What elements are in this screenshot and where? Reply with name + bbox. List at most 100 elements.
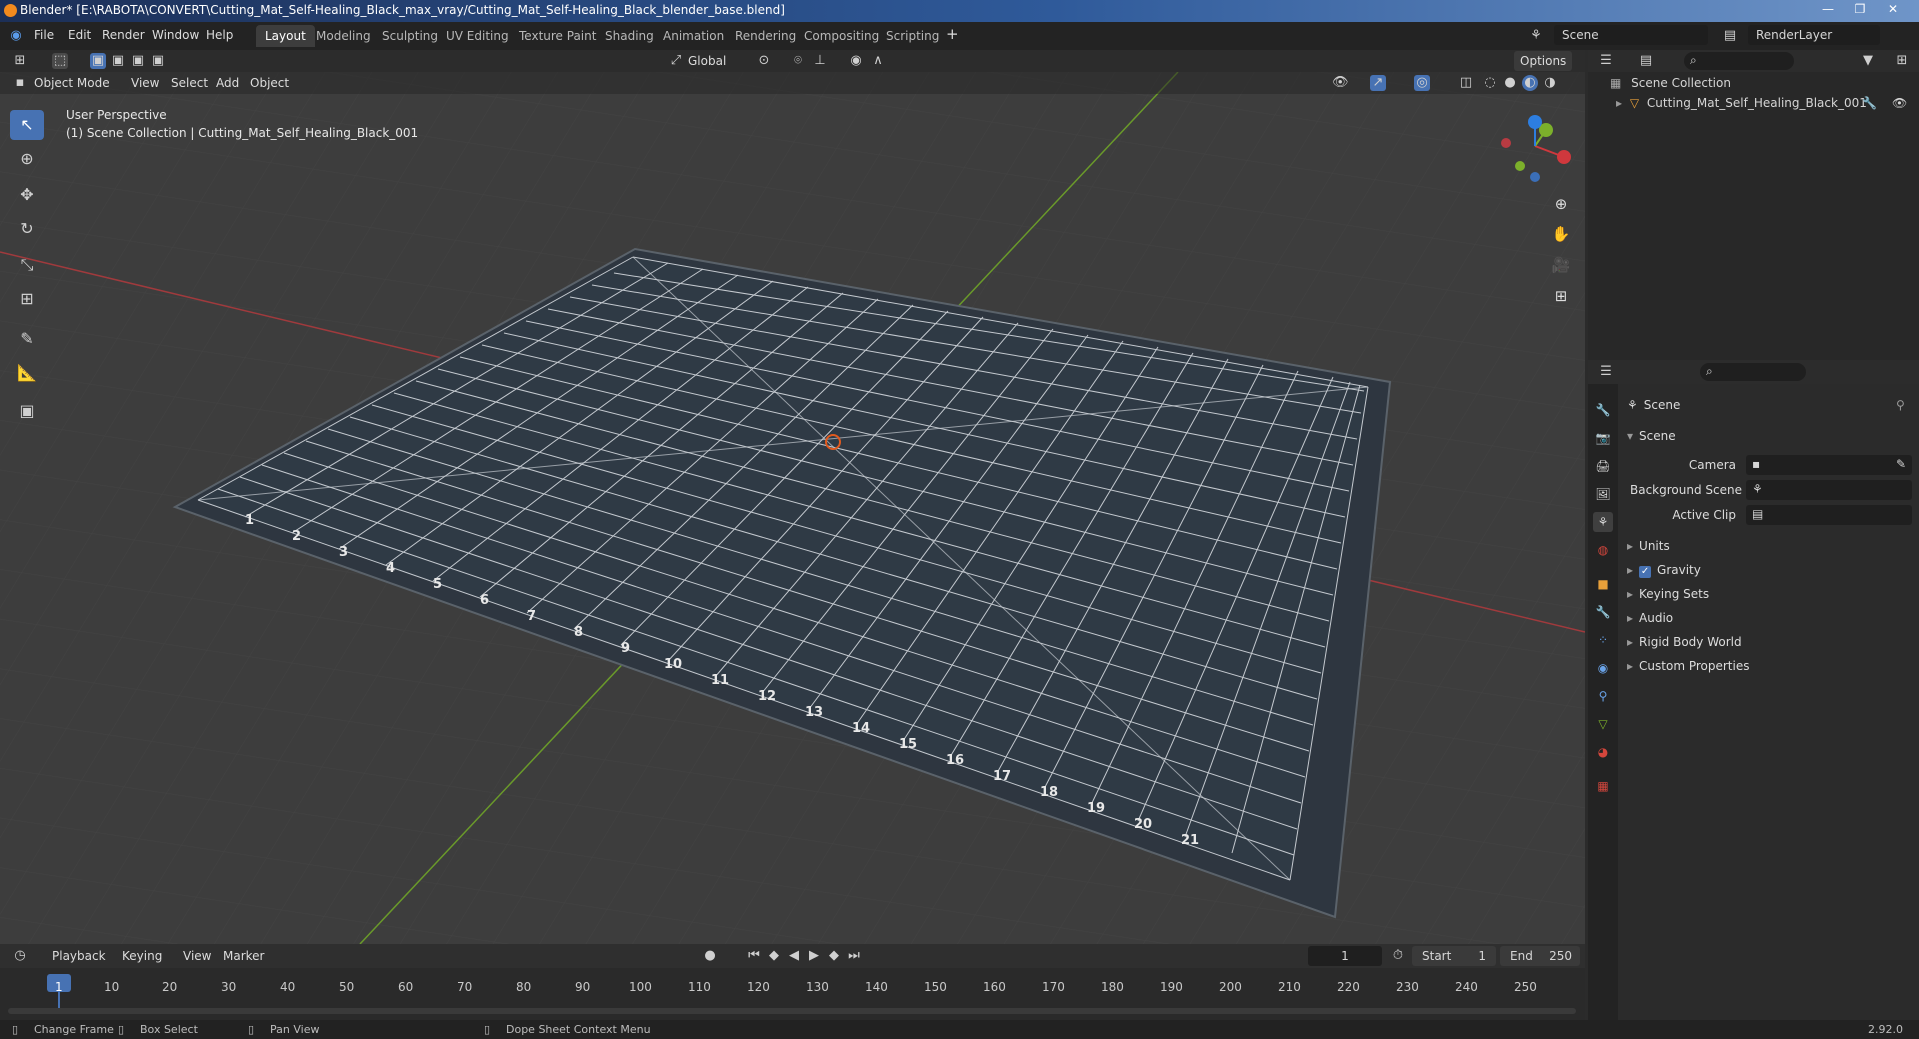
xray-icon[interactable]: ◫ xyxy=(1458,75,1474,91)
add-workspace-icon[interactable]: + xyxy=(946,25,959,43)
scene-collection-row[interactable]: ▦ Scene Collection xyxy=(1610,76,1731,90)
orientation-dropdown[interactable]: Global xyxy=(688,51,726,71)
data-tab-icon[interactable]: ▽ xyxy=(1593,714,1613,734)
physics-tab-icon[interactable]: ◉ xyxy=(1593,658,1613,678)
mode-extend-icon[interactable]: ▣ xyxy=(110,53,126,69)
display-mode-icon[interactable]: ▤ xyxy=(1638,53,1654,69)
eyedropper-icon[interactable]: ✎ xyxy=(1896,457,1906,471)
object-tab-icon[interactable]: ■ xyxy=(1593,574,1613,594)
scene-panel-header[interactable]: ▾ Scene xyxy=(1627,429,1676,443)
material-tab-icon[interactable]: ◕ xyxy=(1593,742,1613,762)
select-tool-icon[interactable]: ↖ xyxy=(10,110,44,140)
constraints-tab-icon[interactable]: ⚲ xyxy=(1593,686,1613,706)
wireframe-shading-icon[interactable]: ◌ xyxy=(1482,75,1498,91)
tab-uv-editing[interactable]: UV Editing xyxy=(437,25,518,47)
transform-tool-icon[interactable]: ⊞ xyxy=(10,284,44,314)
timeline-editor-icon[interactable]: ◷ xyxy=(12,948,28,964)
minimize-icon[interactable]: — xyxy=(1814,0,1842,18)
close-icon[interactable]: ✕ xyxy=(1879,0,1907,18)
outliner-editor-icon[interactable]: ☰ xyxy=(1598,53,1614,69)
object-mode-dropdown[interactable]: Object Mode xyxy=(34,73,110,93)
outliner-item[interactable]: ▸ ▽ Cutting_Mat_Self_Healing_Black_001 🔧… xyxy=(1616,96,1916,110)
cursor-tool-icon[interactable]: ⊕ xyxy=(10,144,44,174)
menu-object[interactable]: Object xyxy=(250,73,289,93)
visibility-icon[interactable]: 👁 xyxy=(1332,75,1349,91)
record-icon[interactable]: ● xyxy=(702,948,718,964)
background-scene-field[interactable]: ⚘ xyxy=(1746,480,1912,500)
select-box-icon[interactable]: ⬚ xyxy=(52,53,68,69)
menu-help[interactable]: Help xyxy=(206,28,233,42)
menu-render[interactable]: Render xyxy=(102,28,145,42)
end-frame-field[interactable]: End 250 xyxy=(1500,946,1580,966)
editor-type-icon[interactable]: ⊞ xyxy=(12,53,28,69)
material-shading-icon[interactable]: ◐ xyxy=(1522,75,1538,91)
new-collection-icon[interactable]: ⊞ xyxy=(1894,53,1910,69)
tab-scripting[interactable]: Scripting xyxy=(877,25,948,47)
prev-keyframe-icon[interactable]: ◆ xyxy=(766,948,782,964)
mode-subtract-icon[interactable]: ▣ xyxy=(130,53,146,69)
maximize-icon[interactable]: ❐ xyxy=(1846,0,1874,18)
audio-section[interactable]: ▸ Audio xyxy=(1627,611,1673,625)
keying-menu[interactable]: Keying xyxy=(122,946,162,966)
gravity-checkbox[interactable]: ✓ xyxy=(1639,566,1652,578)
overlays-icon[interactable]: ◎ xyxy=(1414,75,1430,91)
mode-new-icon[interactable]: ▣ xyxy=(90,53,106,69)
rotate-tool-icon[interactable]: ↻ xyxy=(10,214,44,244)
stopwatch-icon[interactable]: ⏱ xyxy=(1390,948,1406,964)
world-tab-icon[interactable]: ◍ xyxy=(1593,540,1613,560)
pan-hand-icon[interactable]: ✋ xyxy=(1548,221,1574,247)
timeline-scrollbar[interactable] xyxy=(8,1008,1576,1014)
tab-sculpting[interactable]: Sculpting xyxy=(373,25,447,47)
playback-menu[interactable]: Playback xyxy=(52,946,106,966)
tab-layout[interactable]: Layout xyxy=(256,25,315,47)
ortho-toggle-icon[interactable]: ⊞ xyxy=(1548,283,1574,309)
proportional-edit-icon[interactable]: ◉ xyxy=(848,53,864,69)
keying-sets-section[interactable]: ▸ Keying Sets xyxy=(1627,587,1709,601)
menu-window[interactable]: Window xyxy=(152,28,199,42)
menu-file[interactable]: File xyxy=(34,28,54,42)
jump-end-icon[interactable]: ⏭ xyxy=(846,948,862,964)
camera-view-icon[interactable]: 🎥 xyxy=(1548,252,1574,278)
add-cube-tool-icon[interactable]: ▣ xyxy=(10,396,44,426)
mode-intersect-icon[interactable]: ▣ xyxy=(150,53,166,69)
menu-select[interactable]: Select xyxy=(171,73,208,93)
play-icon[interactable]: ▶ xyxy=(806,948,822,964)
current-frame-field[interactable]: 1 xyxy=(1308,946,1382,966)
camera-field[interactable]: ▪ ✎ xyxy=(1746,455,1912,475)
move-tool-icon[interactable]: ✥ xyxy=(10,180,44,210)
snap-icon[interactable]: ⌾ xyxy=(790,53,806,69)
tool-tab-icon[interactable]: 🔧 xyxy=(1593,400,1613,420)
gizmo-toggle-icon[interactable]: ↗ xyxy=(1370,75,1386,91)
tab-modeling[interactable]: Modeling xyxy=(307,25,380,47)
eye-visibility-icon[interactable]: 👁 xyxy=(1892,96,1907,110)
output-tab-icon[interactable]: 🖨 xyxy=(1593,456,1613,476)
expand-arrow-icon[interactable]: ▸ xyxy=(1616,96,1622,110)
units-section[interactable]: ▸ Units xyxy=(1627,539,1670,553)
menu-view[interactable]: View xyxy=(131,73,159,93)
view-layer-tab-icon[interactable]: 🖼 xyxy=(1593,484,1613,504)
scale-tool-icon[interactable]: ⤡ xyxy=(10,250,44,280)
start-frame-field[interactable]: Start 1 xyxy=(1412,946,1496,966)
rendered-shading-icon[interactable]: ◑ xyxy=(1542,75,1558,91)
tab-texture-paint[interactable]: Texture Paint xyxy=(510,25,605,47)
blender-menu-icon[interactable]: ◉ xyxy=(8,28,24,44)
properties-editor-icon[interactable]: ☰ xyxy=(1598,364,1614,380)
rigid-body-world-section[interactable]: ▸ Rigid Body World xyxy=(1627,635,1742,649)
timeline-view-menu[interactable]: View xyxy=(183,946,211,966)
menu-add[interactable]: Add xyxy=(216,73,239,93)
measure-tool-icon[interactable]: 📐 xyxy=(10,358,44,388)
particles-tab-icon[interactable]: ⁘ xyxy=(1593,630,1613,650)
pin-icon[interactable]: ⚲ xyxy=(1896,398,1905,412)
snap-target-icon[interactable]: ⊥ xyxy=(812,53,828,69)
options-dropdown[interactable]: Options xyxy=(1514,51,1573,71)
falloff-icon[interactable]: ∧ xyxy=(870,53,886,69)
marker-menu[interactable]: Marker xyxy=(223,946,264,966)
render-tab-icon[interactable]: 📷 xyxy=(1593,428,1613,448)
jump-start-icon[interactable]: ⏮ xyxy=(746,948,762,964)
tab-rendering[interactable]: Rendering xyxy=(726,25,805,47)
3d-viewport[interactable]: 12 34 56 78 9 10 11 12 13 14 15 16 17 18 19 20… xyxy=(0,72,1585,944)
menu-edit[interactable]: Edit xyxy=(68,28,91,42)
modifier-tab-icon[interactable]: 🔧 xyxy=(1593,602,1613,622)
scene-tab-icon[interactable]: ⚘ xyxy=(1593,512,1613,532)
zoom-icon[interactable]: ⊕ xyxy=(1548,191,1574,217)
